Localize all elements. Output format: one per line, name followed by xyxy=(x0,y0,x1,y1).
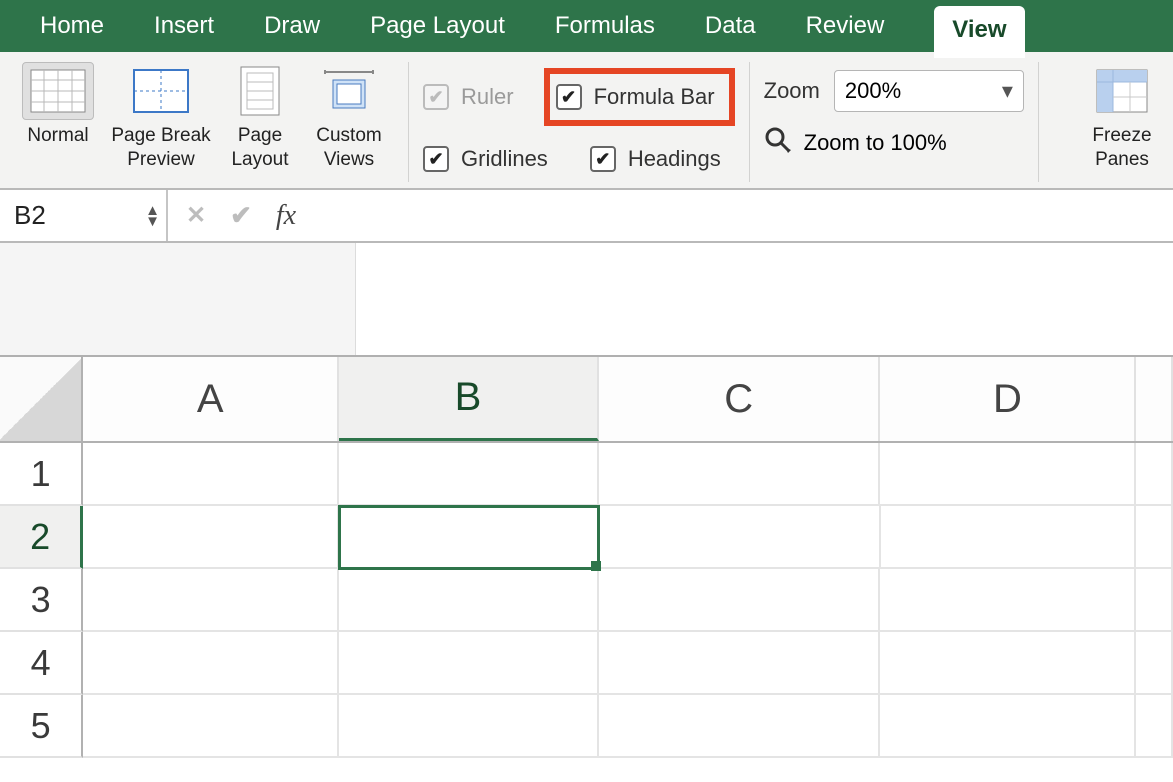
custom-views-label: Custom Views xyxy=(304,124,394,172)
name-box-value: B2 xyxy=(14,200,46,231)
cell-D4[interactable] xyxy=(880,632,1136,695)
zoom-select[interactable]: 200% ▾ xyxy=(834,70,1024,112)
cell-A1[interactable] xyxy=(83,443,339,506)
zoom-value: 200% xyxy=(845,78,901,104)
tab-data[interactable]: Data xyxy=(705,12,756,40)
row-header-1[interactable]: 1 xyxy=(0,443,83,506)
column-header-extra[interactable] xyxy=(1136,357,1173,441)
tab-page-layout[interactable]: Page Layout xyxy=(370,12,505,40)
formula-input[interactable] xyxy=(314,190,1173,241)
group-freeze: Freeze Panes xyxy=(1069,62,1161,182)
column-header-D[interactable]: D xyxy=(880,357,1136,441)
headings-checkbox[interactable]: ✔ Headings xyxy=(590,130,721,188)
cell-E4[interactable] xyxy=(1136,632,1173,695)
group-zoom: Zoom 200% ▾ Zoom to 100% xyxy=(750,62,1039,182)
cell-D1[interactable] xyxy=(880,443,1136,506)
custom-views-button[interactable]: Custom Views xyxy=(304,62,394,172)
cell-C3[interactable] xyxy=(599,569,881,632)
callout-formula-bar: ✔ Formula Bar xyxy=(544,68,735,126)
zoom-to-100-button[interactable]: Zoom to 100% xyxy=(764,126,947,160)
cell-C5[interactable] xyxy=(599,695,881,758)
magnifier-icon xyxy=(764,126,792,160)
tab-formulas[interactable]: Formulas xyxy=(555,12,655,40)
cancel-icon[interactable]: ✕ xyxy=(186,201,206,230)
freeze-panes-button[interactable]: Freeze Panes xyxy=(1083,62,1161,172)
tab-review[interactable]: Review xyxy=(806,12,885,40)
cell-E2[interactable] xyxy=(1136,506,1173,569)
cell-C4[interactable] xyxy=(599,632,881,695)
gridlines-label: Gridlines xyxy=(461,146,548,172)
column-header-A[interactable]: A xyxy=(83,357,339,441)
cell-C2[interactable] xyxy=(599,506,881,569)
group-views: Normal Page Break Preview Page Layout Cu… xyxy=(14,62,409,182)
secondary-band-shaded xyxy=(0,243,356,355)
cell-A4[interactable] xyxy=(83,632,339,695)
tab-home[interactable]: Home xyxy=(40,12,104,40)
checkmark-icon: ✔ xyxy=(590,146,616,172)
cell-C1[interactable] xyxy=(599,443,881,506)
freeze-panes-label: Freeze Panes xyxy=(1083,124,1161,172)
page-break-preview-icon xyxy=(125,62,197,120)
page-break-preview-label: Page Break Preview xyxy=(106,124,216,172)
ribbon-view: Normal Page Break Preview Page Layout Cu… xyxy=(0,52,1173,190)
checkmark-icon: ✔ xyxy=(556,84,582,110)
page-layout-label: Page Layout xyxy=(220,124,300,172)
column-header-C[interactable]: C xyxy=(599,357,881,441)
name-box[interactable]: B2 ▲▼ xyxy=(0,190,168,241)
checkmark-icon: ✔ xyxy=(423,84,449,110)
normal-view-button[interactable]: Normal xyxy=(14,62,102,148)
formula-bar-checkbox[interactable]: ✔ Formula Bar xyxy=(556,84,715,110)
gridlines-checkbox[interactable]: ✔ Gridlines xyxy=(423,130,548,188)
cell-B3[interactable] xyxy=(339,569,599,632)
column-headers: A B C D xyxy=(0,357,1173,443)
page-layout-icon xyxy=(224,62,296,120)
tab-view[interactable]: View xyxy=(934,6,1024,58)
row-header-5[interactable]: 5 xyxy=(0,695,83,758)
cell-A2[interactable] xyxy=(83,506,339,569)
normal-view-label: Normal xyxy=(27,124,88,148)
ruler-checkbox: ✔ Ruler xyxy=(423,68,514,126)
spreadsheet: A B C D 1 2 3 xyxy=(0,357,1173,758)
cell-A3[interactable] xyxy=(83,569,339,632)
page-layout-button[interactable]: Page Layout xyxy=(220,62,300,172)
cell-B2[interactable] xyxy=(339,506,599,569)
cell-E3[interactable] xyxy=(1136,569,1173,632)
group-show: ✔ Ruler ✔ Formula Bar ✔ Gridlines ✔ Head… xyxy=(409,62,750,182)
normal-view-icon xyxy=(22,62,94,120)
formula-bar-label: Formula Bar xyxy=(594,84,715,110)
cell-D3[interactable] xyxy=(880,569,1136,632)
row-header-3[interactable]: 3 xyxy=(0,569,83,632)
fx-icon[interactable]: fx xyxy=(276,200,296,232)
tab-insert[interactable]: Insert xyxy=(154,12,214,40)
zoom-label: Zoom xyxy=(764,78,820,104)
row-header-4[interactable]: 4 xyxy=(0,632,83,695)
cell-D2[interactable] xyxy=(881,506,1137,569)
cell-E5[interactable] xyxy=(1136,695,1173,758)
ribbon-tabs: Home Insert Draw Page Layout Formulas Da… xyxy=(0,0,1173,52)
cell-B4[interactable] xyxy=(339,632,599,695)
cell-D5[interactable] xyxy=(880,695,1136,758)
headings-label: Headings xyxy=(628,146,721,172)
row-header-2[interactable]: 2 xyxy=(0,506,83,569)
cell-E1[interactable] xyxy=(1136,443,1173,506)
name-box-stepper[interactable]: ▲▼ xyxy=(145,206,160,226)
select-all-corner[interactable] xyxy=(0,357,83,441)
ruler-label: Ruler xyxy=(461,84,514,110)
enter-icon[interactable]: ✔ xyxy=(230,200,252,231)
rows: 1 2 3 4 xyxy=(0,443,1173,758)
checkmark-icon: ✔ xyxy=(423,146,449,172)
column-header-B[interactable]: B xyxy=(339,357,599,441)
secondary-band xyxy=(0,243,1173,357)
freeze-panes-icon xyxy=(1086,62,1158,120)
zoom-to-100-label: Zoom to 100% xyxy=(804,130,947,156)
cell-A5[interactable] xyxy=(83,695,339,758)
cell-B5[interactable] xyxy=(339,695,599,758)
tab-draw[interactable]: Draw xyxy=(264,12,320,40)
cell-B1[interactable] xyxy=(339,443,599,506)
chevron-down-icon: ▾ xyxy=(1002,78,1013,104)
formula-bar: B2 ▲▼ ✕ ✔ fx xyxy=(0,190,1173,243)
custom-views-icon xyxy=(313,62,385,120)
page-break-preview-button[interactable]: Page Break Preview xyxy=(106,62,216,172)
